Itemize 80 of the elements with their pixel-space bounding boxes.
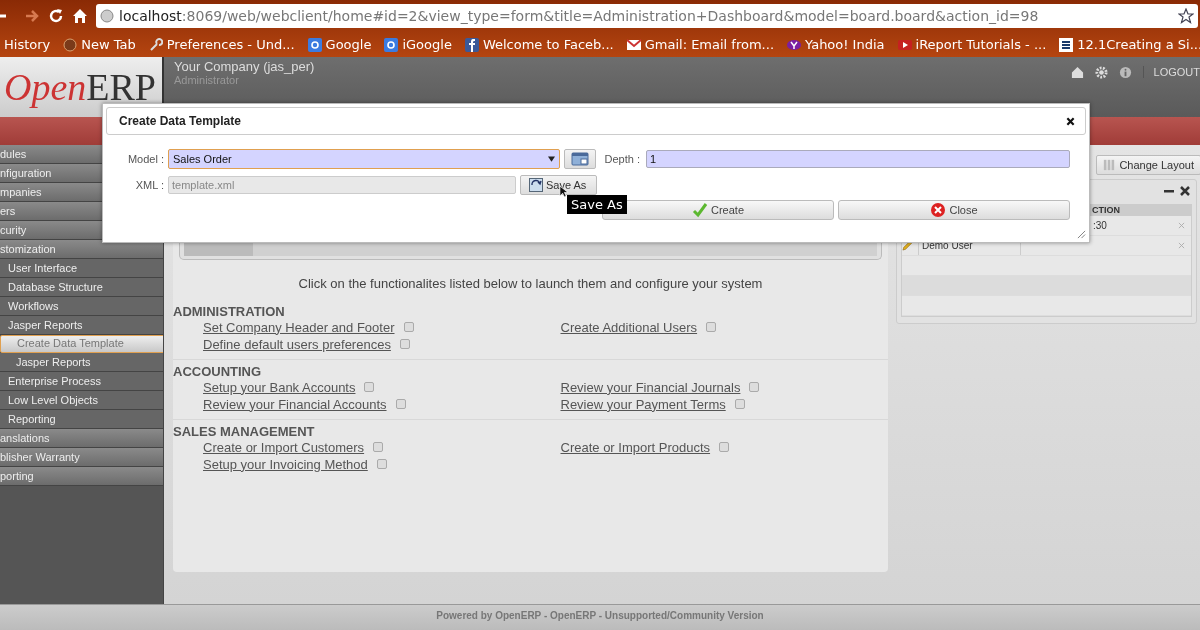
resize-grip-icon[interactable]	[1077, 230, 1086, 239]
bookmark[interactable]: Yahoo! India	[787, 37, 885, 52]
forward-icon[interactable]	[24, 8, 40, 24]
task-checkbox[interactable]	[719, 442, 730, 453]
open-record-button[interactable]	[564, 149, 596, 169]
close-icon[interactable]	[1066, 116, 1075, 126]
bookmark[interactable]: History	[4, 37, 51, 52]
task-checkbox[interactable]	[749, 382, 760, 393]
task-link[interactable]: Setup your Bank Accounts	[203, 379, 356, 395]
task-link[interactable]: Review your Financial Journals	[560, 379, 741, 395]
window-icon	[571, 152, 589, 166]
bookmark[interactable]: Google	[307, 37, 372, 52]
video-icon	[897, 37, 912, 52]
google-icon	[307, 37, 322, 52]
task-checkbox[interactable]	[734, 399, 745, 410]
dialog-title: Create Data Template	[119, 114, 241, 128]
mail-icon	[626, 37, 641, 52]
wrench-icon	[148, 37, 163, 52]
task-checkbox[interactable]	[373, 442, 384, 453]
task-link[interactable]: Define default users preferences	[203, 336, 391, 352]
intro-text: Click on the functionalites listed below to launch them and configure your system	[297, 274, 764, 293]
globe-icon	[63, 37, 78, 52]
close-icon	[930, 202, 947, 218]
task-checkbox[interactable]	[376, 459, 387, 470]
change-layout-button[interactable]: Change Layout	[1096, 154, 1200, 175]
tooltip: Save As	[567, 195, 627, 214]
section-title: SALES MANAGEMENT	[173, 423, 316, 439]
field-label: Depth :	[603, 153, 640, 165]
globe-icon	[100, 9, 114, 23]
section-title: ACCOUNTING	[173, 363, 263, 379]
bookmark[interactable]: iGoogle	[384, 37, 452, 52]
depth-field[interactable]: 1	[646, 150, 1070, 168]
model-select[interactable]: Sales Order	[168, 149, 560, 169]
delete-icon[interactable]	[1178, 241, 1185, 249]
checkmark-icon	[692, 202, 708, 218]
section-title: ADMINISTRATION	[173, 303, 286, 319]
table-cell: :30	[1093, 219, 1107, 231]
footer-text: Powered by OpenERP - OpenERP - Unsupported/Community Version	[436, 610, 764, 622]
document-icon	[1059, 37, 1074, 52]
sidebar-item[interactable]: Jasper Reports	[0, 352, 163, 372]
save-icon	[529, 178, 543, 192]
home-icon[interactable]	[1070, 65, 1084, 79]
star-icon[interactable]	[1178, 8, 1194, 24]
bookmark[interactable]: New Tab	[63, 37, 136, 52]
task-link[interactable]: Set Company Header and Footer	[203, 319, 395, 335]
bookmark[interactable]: 12.1Creating a Si...	[1059, 37, 1200, 52]
task-link[interactable]: Review your Financial Accounts	[203, 396, 387, 412]
task-checkbox[interactable]	[395, 399, 406, 410]
task-link[interactable]: Create or Import Customers	[203, 439, 365, 455]
save-as-button[interactable]: Save As	[520, 175, 598, 195]
close-icon[interactable]	[1180, 185, 1190, 196]
yahoo-icon	[787, 37, 801, 52]
reload-icon[interactable]	[48, 8, 64, 24]
caret-icon	[548, 156, 555, 162]
address-bar[interactable]: localhost:8069/web/webclient/home#id=2&view_type=form&title=Administration+Dashboard&model=board.board&action_id=98	[96, 4, 1198, 28]
task-checkbox[interactable]	[364, 382, 375, 393]
facebook-icon	[464, 37, 479, 52]
task-link[interactable]: Create or Import Products	[560, 439, 711, 455]
bookmark[interactable]: Gmail: Email from...	[626, 37, 774, 52]
task-link[interactable]: Setup your Invoicing Method	[203, 456, 368, 472]
task-checkbox[interactable]	[399, 339, 410, 350]
task-checkbox[interactable]	[403, 322, 414, 333]
bookmark[interactable]: iReport Tutorials - ...	[897, 37, 1047, 52]
logout-link[interactable]: LOGOUT	[1142, 66, 1200, 78]
columns-icon	[1103, 158, 1116, 171]
settings-icon[interactable]	[1094, 65, 1108, 79]
task-checkbox[interactable]	[706, 322, 717, 333]
home-icon[interactable]	[72, 8, 88, 24]
field-label: Model :	[126, 153, 164, 165]
task-link[interactable]: Create Additional Users	[560, 319, 698, 335]
close-button[interactable]: Close	[838, 200, 1070, 220]
task-link[interactable]: Review your Payment Terms	[560, 396, 726, 412]
column-header: CTION	[1092, 204, 1120, 215]
bookmark[interactable]: Welcome to Faceb...	[464, 37, 614, 52]
google-icon	[384, 37, 399, 52]
logo: OpenERP	[0, 57, 164, 117]
info-icon[interactable]	[1118, 65, 1132, 79]
bookmark[interactable]: Preferences - Und...	[148, 37, 295, 52]
company-name: Your Company (jas_per)	[174, 59, 316, 74]
delete-icon[interactable]	[1178, 221, 1185, 229]
